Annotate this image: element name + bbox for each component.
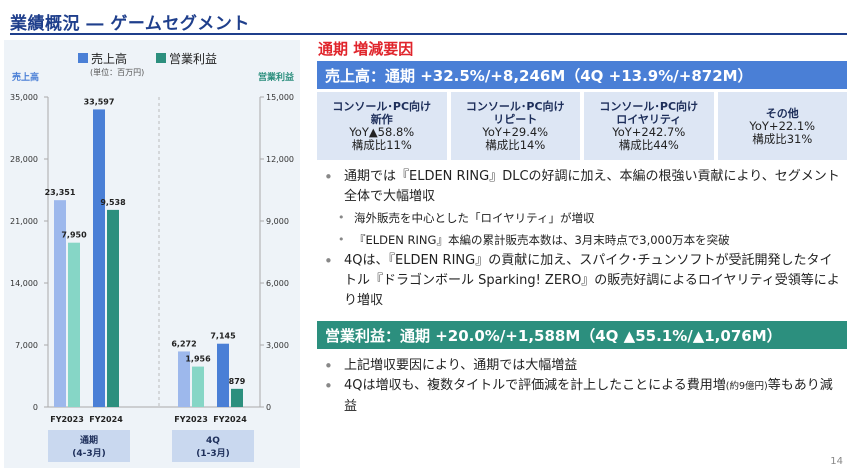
- left-axis-label: 売上高: [12, 71, 39, 83]
- sales-subbullet-1: 海外販売を中心とした「ロイヤリティ」が増収: [322, 207, 842, 229]
- profit-value-label: 7,950: [61, 231, 87, 240]
- segment-name-line1: その他: [765, 106, 799, 120]
- legend-swatch-sales: [78, 53, 88, 63]
- sales-bullets: 通期では『ELDEN RING』DLCの好調に加え、本編の根強い貢献により、セグ…: [322, 167, 842, 311]
- left-tick-label: 28,000: [10, 155, 38, 164]
- left-tick-label: 21,000: [10, 217, 38, 226]
- profit-bullet-1: 上記増収要因により、通期では大幅増益: [322, 356, 842, 376]
- period-tick-label: FY2023: [50, 415, 84, 424]
- profit-bar: [68, 242, 80, 407]
- segment-breakdown-row: コンソール･PC向け 新作 YoY▲58.8% 構成比11% コンソール･PC向…: [317, 92, 847, 160]
- segment-share: 構成比14%: [485, 138, 546, 152]
- profit-bar: [192, 366, 204, 407]
- segment-name-line1: コンソール･PC向け: [599, 100, 699, 113]
- sales-profit-bar-chart: 売上高 営業利益 (単位：百万円) 売上高 営業利益 0 7,000 14,000 2…: [10, 51, 294, 462]
- profit-bullet-2-text: 4Qは増収も、複数タイトルで評価減を計上したことによる費用増: [344, 378, 726, 393]
- legend-label-sales: 売上高: [91, 51, 127, 66]
- right-tick-label: 9,000: [266, 217, 289, 226]
- group-label-line2: (1-3月): [196, 448, 230, 459]
- right-axis-label: 営業利益: [258, 71, 294, 83]
- profit-bullet-2: 4Qは増収も、複数タイトルで評価減を計上したことによる費用増(約9億円)等もあり…: [322, 376, 842, 417]
- segment-share: 構成比11%: [351, 138, 412, 152]
- legend-label-profit: 営業利益: [169, 52, 217, 66]
- segment-name-line1: コンソール･PC向け: [465, 100, 565, 113]
- left-tick-label: 7,000: [15, 341, 38, 350]
- legend-unit-note: (単位：百万円): [90, 67, 144, 77]
- sales-bullet-1: 通期では『ELDEN RING』DLCの好調に加え、本編の根強い貢献により、セグ…: [322, 167, 842, 207]
- segment-card-new: コンソール･PC向け 新作 YoY▲58.8% 構成比11%: [317, 92, 447, 160]
- profit-value-label: 879: [229, 377, 246, 386]
- profit-bullets: 上記増収要因により、通期では大幅増益 4Qは増収も、複数タイトルで評価減を計上し…: [322, 356, 842, 417]
- segment-share: 構成比44%: [618, 138, 679, 152]
- profit-bar: [107, 209, 119, 407]
- profit-value-label: 9,538: [100, 198, 126, 207]
- sales-bullet-2: 4Qは、『ELDEN RING』の貢献に加え、スパイク･チュンソフトが受託開発し…: [322, 251, 842, 311]
- sales-bar: [217, 343, 229, 407]
- legend-swatch-profit: [156, 53, 166, 63]
- group-label-line2: (4-3月): [72, 448, 106, 459]
- profit-value-label: 1,956: [185, 355, 211, 364]
- right-tick-label: 15,000: [266, 93, 294, 102]
- sales-value-label: 6,272: [171, 339, 196, 348]
- left-tick-label: 14,000: [10, 279, 38, 288]
- profit-bullet-2-note: (約9億円): [725, 381, 768, 392]
- sales-header-bar: 売上高：通期 +32.5%/+8,246M（4Q +13.9%/+872M）: [317, 61, 847, 89]
- left-tick-label: 0: [33, 403, 38, 412]
- section-heading: 通期 増減要因: [318, 40, 414, 58]
- right-tick-label: 6,000: [266, 279, 289, 288]
- page-number: 14: [830, 456, 843, 467]
- profit-header-bar: 営業利益：通期 +20.0%/+1,588M（4Q ▲55.1%/▲1,076M…: [317, 321, 847, 349]
- period-tick-label: FY2024: [89, 415, 123, 424]
- sales-value-label: 7,145: [210, 332, 236, 341]
- period-tick-label: FY2023: [174, 415, 208, 424]
- profit-bar: [231, 388, 243, 407]
- segment-name-line1: コンソール･PC向け: [332, 100, 432, 113]
- segment-yoy: YoY+22.1%: [749, 118, 816, 133]
- segment-card-repeat: コンソール･PC向け リピート YoY+29.4% 構成比14%: [450, 92, 580, 160]
- segment-card-other: その他 YoY+22.1% 構成比31%: [717, 92, 847, 160]
- group-label-line1: 通期: [80, 434, 98, 446]
- group-label-line1: 4Q: [206, 436, 220, 446]
- segment-share: 構成比31%: [752, 131, 813, 146]
- sales-subbullet-2: 『ELDEN RING』本編の累計販売本数は、3月末時点で3,000万本を突破: [322, 229, 842, 251]
- left-tick-label: 35,000: [10, 93, 38, 102]
- right-tick-label: 0: [266, 403, 271, 412]
- title-underline: [10, 33, 847, 35]
- sales-value-label: 33,597: [84, 97, 115, 106]
- sales-bar: [93, 109, 105, 407]
- page-title: 業績概況 ― ゲームセグメント: [10, 14, 250, 34]
- right-tick-label: 3,000: [266, 341, 289, 350]
- right-tick-label: 12,000: [266, 155, 294, 164]
- segment-card-royalty: コンソール･PC向け ロイヤリティ YoY+242.7% 構成比44%: [584, 92, 714, 160]
- sales-value-label: 23,351: [45, 188, 76, 197]
- period-tick-label: FY2024: [213, 415, 247, 424]
